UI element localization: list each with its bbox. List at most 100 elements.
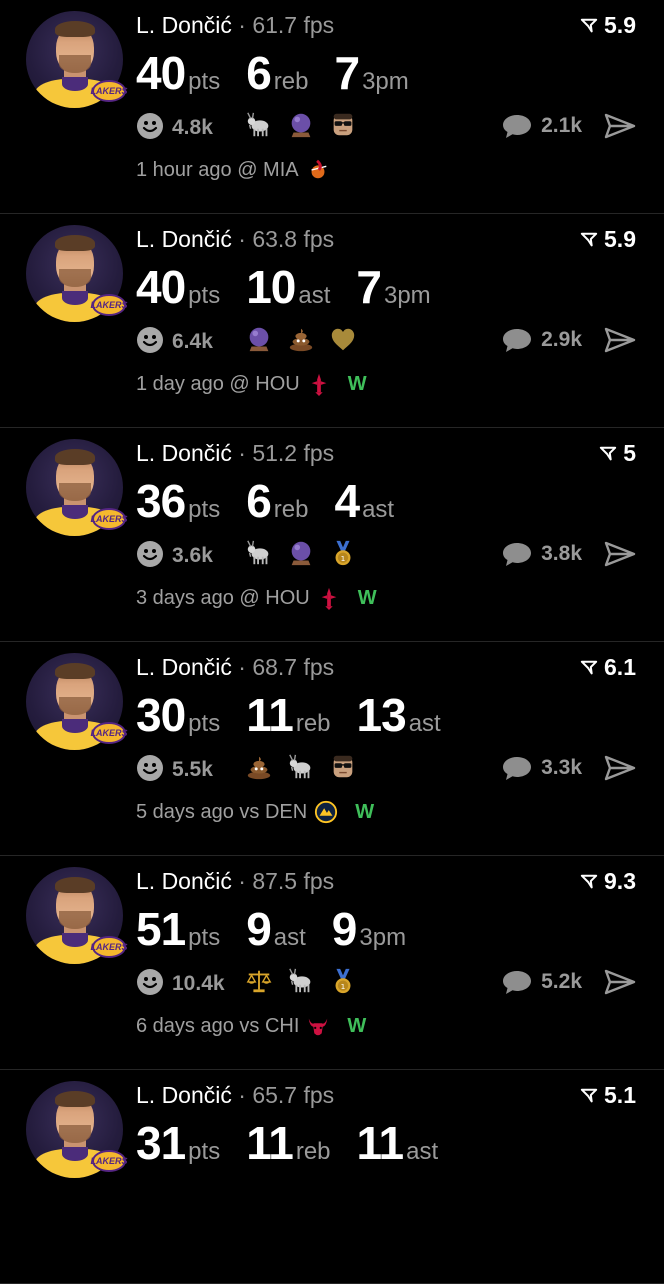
game-time[interactable]: 6 days ago vs CHI bbox=[136, 1015, 299, 1038]
post-card[interactable]: LAKERS L. Dončić · 87.5 fps 9.3 51 pts 9 as… bbox=[0, 856, 664, 1070]
reaction-count: 6.4k bbox=[172, 330, 213, 353]
medal-icon[interactable]: 1 bbox=[328, 538, 358, 568]
react-smiley-icon[interactable] bbox=[136, 326, 164, 354]
engagement-row: 6.4k 2.9k bbox=[136, 324, 636, 358]
share-icon[interactable] bbox=[604, 968, 636, 996]
stat-label: pts bbox=[188, 68, 221, 95]
share-icon[interactable] bbox=[604, 754, 636, 782]
stat-item: 7 3pm bbox=[334, 46, 408, 100]
rating-score: 5.1 bbox=[580, 1082, 636, 1109]
engagement-row: 5.5k 3.3k bbox=[136, 752, 636, 786]
comment-count: 2.9k bbox=[541, 328, 582, 351]
result-badge: W bbox=[357, 586, 377, 609]
stat-value: 13 bbox=[356, 689, 407, 741]
cool-face-icon[interactable] bbox=[328, 110, 358, 140]
player-name[interactable]: L. Dončić bbox=[136, 1082, 232, 1108]
lakers-badge-icon: LAKERS bbox=[91, 1150, 128, 1172]
stat-item: 7 3pm bbox=[356, 260, 430, 314]
reaction-emojis bbox=[244, 110, 358, 140]
rating-score: 5 bbox=[599, 440, 636, 467]
engagement-row: 3.6k 1 3.8k bbox=[136, 538, 636, 572]
post-card[interactable]: LAKERS L. Dončić · 68.7 fps 6.1 30 pts 11 r… bbox=[0, 642, 664, 856]
rating-score: 9.3 bbox=[580, 868, 636, 895]
rating-arrow-icon bbox=[580, 232, 598, 246]
game-time[interactable]: 1 hour ago @ MIA bbox=[136, 159, 299, 182]
stat-label: reb bbox=[295, 1138, 331, 1165]
crystal-ball-icon[interactable] bbox=[244, 324, 274, 354]
stat-value: 11 bbox=[246, 1117, 294, 1169]
stat-label: reb bbox=[273, 68, 309, 95]
comment-count: 5.2k bbox=[541, 970, 582, 993]
rockets-logo-icon bbox=[306, 371, 332, 397]
stat-label: pts bbox=[188, 496, 221, 523]
goat-icon[interactable] bbox=[286, 752, 316, 782]
react-smiley-icon[interactable] bbox=[136, 112, 164, 140]
stat-item: 11 reb bbox=[246, 1116, 330, 1170]
fps-value: 65.7 fps bbox=[252, 1082, 335, 1108]
player-name[interactable]: L. Dončić bbox=[136, 654, 232, 680]
stat-item: 11 reb bbox=[246, 688, 330, 742]
gold-heart-icon[interactable] bbox=[328, 324, 358, 354]
comment-button[interactable]: 3.8k bbox=[501, 540, 582, 568]
share-icon[interactable] bbox=[604, 112, 636, 140]
stat-item: 40 pts bbox=[136, 260, 220, 314]
game-time[interactable]: 5 days ago vs DEN bbox=[136, 801, 307, 824]
stat-value: 9 bbox=[331, 903, 358, 955]
game-time[interactable]: 1 day ago @ HOU bbox=[136, 373, 300, 396]
post-card[interactable]: LAKERS L. Dončić · 51.2 fps 5 36 pts 6 reb 4… bbox=[0, 428, 664, 642]
cool-face-icon[interactable] bbox=[328, 752, 358, 782]
rating-arrow-icon bbox=[580, 874, 598, 888]
crystal-ball-icon[interactable] bbox=[286, 110, 316, 140]
comment-bubble-icon bbox=[503, 329, 532, 352]
stat-value: 36 bbox=[136, 475, 186, 527]
stat-label: ast bbox=[406, 1138, 439, 1165]
poop-icon[interactable] bbox=[244, 752, 274, 782]
share-icon[interactable] bbox=[604, 540, 636, 568]
stat-item: 51 pts bbox=[136, 902, 220, 956]
rating-arrow-icon bbox=[600, 446, 617, 460]
fps-value: 51.2 fps bbox=[252, 440, 335, 466]
goat-icon[interactable] bbox=[244, 110, 274, 140]
separator-dot: · bbox=[238, 12, 246, 38]
medal-icon[interactable]: 1 bbox=[328, 966, 358, 996]
comment-button[interactable]: 2.1k bbox=[501, 112, 582, 140]
stat-value: 11 bbox=[246, 689, 294, 741]
react-smiley-icon[interactable] bbox=[136, 754, 164, 782]
stat-item: 6 reb bbox=[246, 46, 308, 100]
post-card[interactable]: LAKERS L. Dončić · 61.7 fps 5.9 40 pts 6 re… bbox=[0, 0, 664, 214]
share-icon[interactable] bbox=[604, 326, 636, 354]
scales-icon[interactable] bbox=[244, 966, 274, 996]
player-name[interactable]: L. Dončić bbox=[136, 226, 232, 252]
post-card[interactable]: LAKERS L. Dončić · 65.7 fps 5.1 31 pts 11 r… bbox=[0, 1070, 664, 1284]
rating-value: 6.1 bbox=[604, 654, 636, 680]
stat-item: 6 reb bbox=[246, 474, 308, 528]
fps-value: 61.7 fps bbox=[252, 12, 335, 38]
game-time[interactable]: 3 days ago @ HOU bbox=[136, 587, 310, 610]
player-name[interactable]: L. Dončić bbox=[136, 868, 232, 894]
goat-icon[interactable] bbox=[244, 538, 274, 568]
stat-item: 30 pts bbox=[136, 688, 220, 742]
comment-button[interactable]: 3.3k bbox=[501, 754, 582, 782]
crystal-ball-icon[interactable] bbox=[286, 538, 316, 568]
react-smiley-icon[interactable] bbox=[136, 540, 164, 568]
rating-value: 5.1 bbox=[604, 1082, 636, 1108]
game-meta: 1 day ago @ HOU W bbox=[136, 371, 367, 397]
comment-button[interactable]: 5.2k bbox=[501, 968, 582, 996]
goat-icon[interactable] bbox=[286, 966, 316, 996]
stat-value: 51 bbox=[136, 903, 186, 955]
player-name[interactable]: L. Dončić bbox=[136, 12, 232, 38]
comment-button[interactable]: 2.9k bbox=[501, 326, 582, 354]
reaction-emojis: 1 bbox=[244, 966, 358, 996]
player-name[interactable]: L. Dončić bbox=[136, 440, 232, 466]
poop-icon[interactable] bbox=[286, 324, 316, 354]
comment-count: 2.1k bbox=[541, 114, 582, 137]
stat-value: 6 bbox=[246, 47, 272, 99]
stat-value: 11 bbox=[356, 1117, 405, 1169]
post-card[interactable]: LAKERS L. Dončić · 63.8 fps 5.9 40 pts 10 a… bbox=[0, 214, 664, 428]
stat-line: 36 pts 6 reb 4 ast bbox=[136, 474, 420, 528]
rating-value: 5.9 bbox=[604, 12, 636, 38]
rating-arrow-icon bbox=[580, 1088, 598, 1102]
feed: LAKERS L. Dončić · 61.7 fps 5.9 40 pts 6 re… bbox=[0, 0, 664, 1284]
stat-value: 31 bbox=[136, 1117, 186, 1169]
react-smiley-icon[interactable] bbox=[136, 968, 164, 996]
